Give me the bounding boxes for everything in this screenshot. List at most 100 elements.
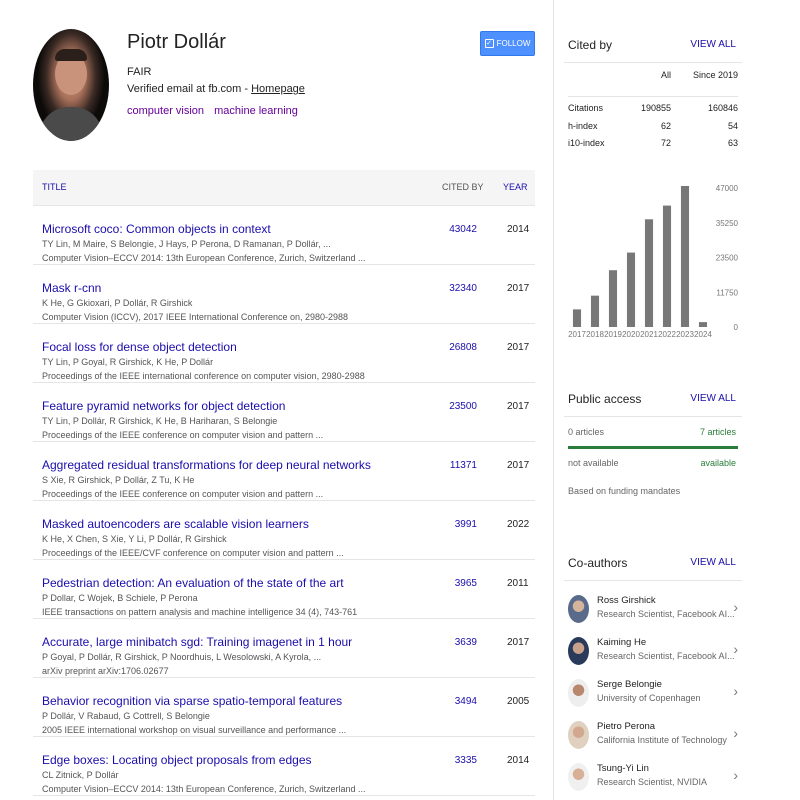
article-cited-by[interactable]: 23500 xyxy=(449,401,477,412)
article-cited-by[interactable]: 3639 xyxy=(455,637,477,648)
article-row: Masked autoencoders are scalable vision … xyxy=(33,501,535,560)
sidebar: Cited by VIEW ALL All Since 2019 Citatio… xyxy=(553,0,800,800)
article-authors: P Dollár, V Rabaud, G Cottrell, S Belong… xyxy=(42,711,210,721)
article-cited-by[interactable]: 43042 xyxy=(449,224,477,235)
sort-by-year[interactable]: YEAR xyxy=(503,182,528,192)
coauthor-item[interactable]: Ross Girshick Research Scientist, Facebo… xyxy=(564,589,742,631)
article-row: Pedestrian detection: An evaluation of t… xyxy=(33,560,535,619)
cited-by-view-all[interactable]: VIEW ALL xyxy=(690,39,736,50)
coauthor-affiliation: University of Copenhagen xyxy=(597,693,701,703)
article-row: Accurate, large minibatch sgd: Training … xyxy=(33,619,535,678)
stat-label: Citations xyxy=(568,103,604,113)
chart-bar-2018[interactable] xyxy=(590,295,600,327)
article-venue: IEEE transactions on pattern analysis an… xyxy=(42,607,358,617)
article-year: 2017 xyxy=(507,637,530,648)
article-title[interactable]: Mask r-cnn xyxy=(42,281,101,295)
article-row: Mask r-cnn K He, G Gkioxari, P Dollár, R… xyxy=(33,265,535,324)
article-authors: P Goyal, P Dollár, R Girshick, P Noordhu… xyxy=(42,652,322,662)
stat-all: 62 xyxy=(660,120,671,131)
article-venue: arXiv preprint arXiv:1706.02677 xyxy=(42,666,169,676)
not-available-count: 0 articles xyxy=(568,427,605,437)
chart-x-tick: 2021 xyxy=(640,330,658,339)
article-title[interactable]: Aggregated residual transformations for … xyxy=(42,458,371,472)
coauthor-name: Tsung-Yi Lin xyxy=(597,763,649,774)
article-venue: Computer Vision–ECCV 2014: 13th European… xyxy=(42,253,366,263)
stat-all: 72 xyxy=(660,138,671,148)
coauthors-heading: Co-authors xyxy=(568,556,628,570)
chevron-right-icon: › xyxy=(733,641,738,657)
coauthor-avatar xyxy=(568,595,589,623)
chart-bar-2017[interactable] xyxy=(572,309,582,327)
profile-avatar xyxy=(33,29,109,141)
article-venue: 2005 IEEE international workshop on visu… xyxy=(42,725,347,735)
profile-interests: computer vision machine learning xyxy=(127,105,305,117)
chart-y-tick: 0 xyxy=(734,323,739,332)
follow-label: FOLLOW xyxy=(496,39,531,48)
article-cited-by[interactable]: 3991 xyxy=(455,519,477,530)
article-cited-by[interactable]: 3335 xyxy=(455,755,477,766)
article-title[interactable]: Feature pyramid networks for object dete… xyxy=(42,399,285,413)
available-count[interactable]: 7 articles xyxy=(700,427,736,437)
article-year: 2005 xyxy=(507,696,530,707)
article-year: 2011 xyxy=(507,578,529,589)
coauthor-item[interactable]: Serge Belongie University of Copenhagen … xyxy=(564,673,742,715)
chevron-right-icon: › xyxy=(733,725,738,741)
article-authors: CL Zitnick, P Dollár xyxy=(42,770,119,780)
sort-by-title[interactable]: TITLE xyxy=(42,182,67,192)
not-available-label: not available xyxy=(568,458,619,468)
article-title[interactable]: Accurate, large minibatch sgd: Training … xyxy=(42,635,352,649)
chart-bar-2022[interactable] xyxy=(662,205,672,327)
article-title[interactable]: Pedestrian detection: An evaluation of t… xyxy=(42,576,344,590)
article-title[interactable]: Masked autoencoders are scalable vision … xyxy=(42,517,309,531)
article-year: 2017 xyxy=(507,283,530,294)
article-title[interactable]: Behavior recognition via sparse spatio-t… xyxy=(42,694,342,708)
article-venue: Proceedings of the IEEE international co… xyxy=(42,371,365,381)
coauthors-view-all[interactable]: VIEW ALL xyxy=(690,557,736,568)
chart-bar-2019[interactable] xyxy=(608,270,618,327)
bookmark-check-icon: ✓ xyxy=(484,39,494,48)
coauthor-item[interactable]: Tsung-Yi Lin Research Scientist, NVIDIA … xyxy=(564,757,742,799)
chart-bar-2021[interactable] xyxy=(644,219,654,327)
article-row: Feature pyramid networks for object dete… xyxy=(33,383,535,442)
citations-chart-svg: 2017 2018 2019 2020 2021 2022 2023 2024 47000 352… xyxy=(568,184,739,339)
article-row: Microsoft coco: Common objects in contex… xyxy=(33,206,535,265)
coauthor-item[interactable]: Kaiming He Research Scientist, Facebook … xyxy=(564,631,742,673)
follow-button[interactable]: ✓ FOLLOW xyxy=(480,31,535,56)
article-title[interactable]: Microsoft coco: Common objects in contex… xyxy=(42,222,271,236)
cited-by-heading: Cited by xyxy=(568,38,613,52)
article-cited-by[interactable]: 3494 xyxy=(455,696,477,707)
article-venue: Proceedings of the IEEE/CVF conference o… xyxy=(42,548,344,558)
coauthor-name: Serge Belongie xyxy=(597,679,662,690)
coauthor-item[interactable]: Pietro Perona California Institute of Te… xyxy=(564,715,742,757)
chart-x-tick: 2018 xyxy=(586,330,604,339)
interest-link[interactable]: computer vision xyxy=(127,105,204,117)
article-cited-by[interactable]: 3965 xyxy=(455,578,477,589)
sort-by-cited[interactable]: CITED BY xyxy=(442,182,484,192)
article-title[interactable]: Edge boxes: Locating object proposals fr… xyxy=(42,753,312,767)
col-all-header: All xyxy=(660,70,671,80)
coauthor-avatar xyxy=(568,637,589,665)
article-row: Aggregated residual transformations for … xyxy=(33,442,535,501)
article-title[interactable]: Focal loss for dense object detection xyxy=(42,340,237,354)
chart-bar-2024[interactable] xyxy=(698,322,708,327)
homepage-link[interactable]: Homepage xyxy=(251,83,305,95)
coauthor-affiliation: Research Scientist, Facebook AI... xyxy=(597,651,735,661)
public-access-view-all[interactable]: VIEW ALL xyxy=(690,393,736,404)
article-venue: Proceedings of the IEEE conference on co… xyxy=(42,430,324,440)
article-authors: K He, X Chen, S Xie, Y Li, P Dollár, R G… xyxy=(42,534,227,544)
chart-y-tick: 11750 xyxy=(716,288,738,297)
stat-row: i10-index 72 63 xyxy=(568,138,738,156)
chart-y-tick: 47000 xyxy=(716,184,739,193)
funding-mandates-note: Based on funding mandates xyxy=(568,486,681,496)
coauthor-affiliation: Research Scientist, NVIDIA xyxy=(597,777,708,787)
article-cited-by[interactable]: 32340 xyxy=(449,283,477,294)
article-authors: K He, G Gkioxari, P Dollár, R Girshick xyxy=(42,298,193,308)
chart-bar-2023[interactable] xyxy=(680,186,690,327)
chart-bar-2020[interactable] xyxy=(626,252,636,327)
col-since-header: Since 2019 xyxy=(692,70,738,80)
articles-list: Microsoft coco: Common objects in contex… xyxy=(33,206,535,796)
profile-header: Piotr Dollár FAIR Verified email at fb.c… xyxy=(33,29,535,144)
article-cited-by[interactable]: 11371 xyxy=(450,460,477,471)
article-cited-by[interactable]: 26808 xyxy=(449,342,477,353)
interest-link[interactable]: machine learning xyxy=(214,105,298,117)
